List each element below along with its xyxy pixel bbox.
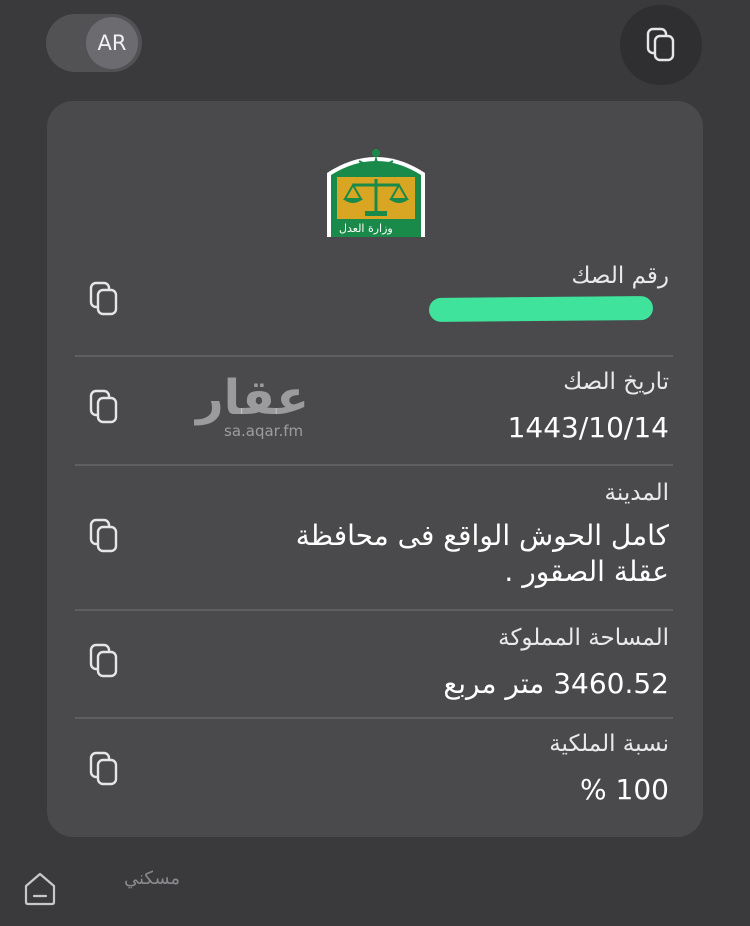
field-value: 1443/10/14 bbox=[507, 411, 669, 444]
copy-icon[interactable] bbox=[89, 389, 119, 425]
field-label: تاريخ الصك bbox=[563, 369, 669, 395]
nav-label-my-home[interactable]: مسكني bbox=[124, 868, 180, 889]
emblem-text: وزارة العدل bbox=[339, 222, 393, 235]
field-label: رقم الصك bbox=[571, 263, 669, 289]
field-value: 100 % bbox=[580, 773, 669, 806]
divider bbox=[75, 355, 673, 357]
field-value: كامل الحوش الواقع فى محافظة عقلة الصقور … bbox=[295, 519, 669, 588]
deed-info-card: وزارة العدل رقم الصك تاريخ الصك 1443/10/… bbox=[47, 101, 703, 837]
field-value: 3460.52 متر مربع bbox=[443, 667, 669, 700]
divider bbox=[75, 717, 673, 719]
field-ownership-percentage: نسبة الملكية 100 % bbox=[75, 721, 673, 829]
copy-icon[interactable] bbox=[89, 518, 119, 554]
field-deed-number: رقم الصك bbox=[75, 251, 673, 351]
field-label: المساحة المملوكة bbox=[498, 625, 669, 651]
copy-icon[interactable] bbox=[89, 281, 119, 317]
copy-all-button[interactable] bbox=[620, 5, 702, 85]
divider bbox=[75, 609, 673, 611]
language-toggle-label: AR bbox=[97, 31, 127, 55]
field-owned-area: المساحة المملوكة 3460.52 متر مربع bbox=[75, 613, 673, 717]
field-label: المدينة bbox=[604, 480, 669, 506]
field-deed-date: تاريخ الصك 1443/10/14 bbox=[75, 359, 673, 463]
copy-icon[interactable] bbox=[89, 643, 119, 679]
field-city: المدينة كامل الحوش الواقع فى محافظة عقلة… bbox=[75, 468, 673, 608]
home-icon[interactable] bbox=[20, 868, 60, 908]
language-toggle-knob[interactable]: AR bbox=[86, 17, 138, 69]
field-label: نسبة الملكية bbox=[549, 731, 669, 757]
divider bbox=[75, 464, 673, 466]
redaction-mark bbox=[428, 296, 654, 322]
copy-icon bbox=[646, 27, 675, 62]
copy-icon[interactable] bbox=[89, 751, 119, 787]
